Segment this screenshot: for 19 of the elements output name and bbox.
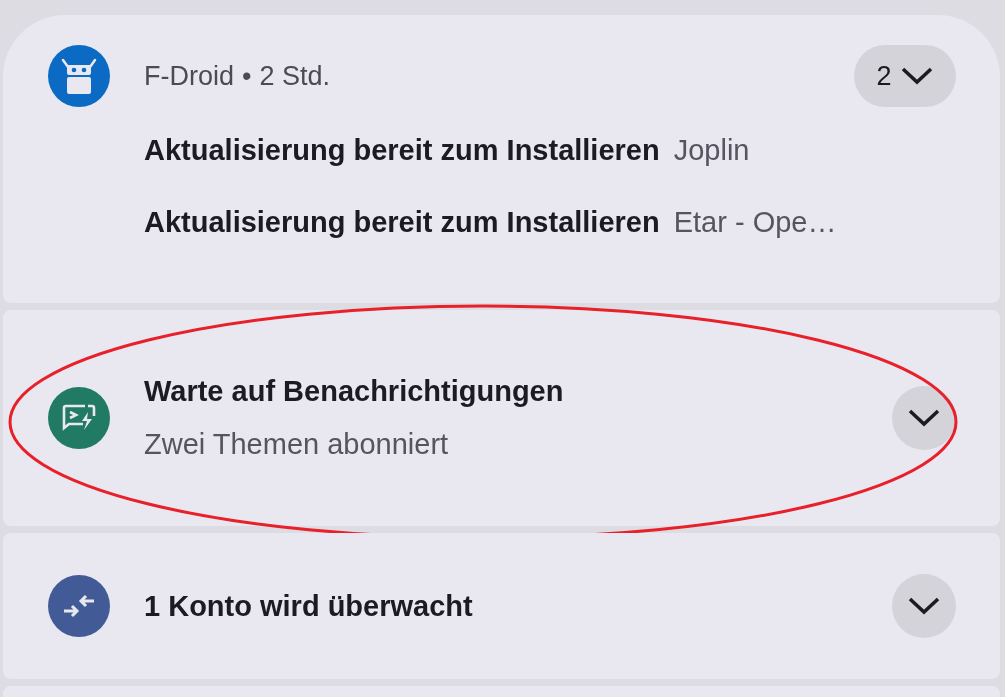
app-name: F-Droid	[144, 60, 234, 92]
notification-text: Zwei Themen abonniert	[144, 428, 450, 461]
notification-card[interactable]: Warte auf Benachrichtigungen Zwei Themen abonniert	[3, 310, 1000, 526]
arrows-icon	[62, 593, 96, 619]
notification-title: Aktualisierung bereit zum Installieren	[144, 205, 660, 239]
notification-card[interactable]: 1 Konto wird überwacht	[3, 533, 1000, 679]
notification-text: Etar - Ope…	[673, 205, 837, 239]
notification-title: Aktualisierung bereit zum Installieren	[144, 133, 660, 167]
notification-card[interactable]: F-Droid • 2 Std. 2 Aktualisierung bereit zum Installieren Joplin Aktualisierung bereit zum Installieren Etar - Ope…	[3, 15, 1000, 303]
notification-title: 1 Konto wird überwacht	[144, 589, 474, 623]
chevron-icon	[907, 596, 941, 616]
notification-text: Joplin	[673, 133, 750, 167]
separator: •	[242, 60, 252, 92]
robot-icon	[59, 56, 99, 96]
chevron-icon	[899, 66, 934, 86]
time-label: 2 Std.	[259, 60, 330, 92]
expand-button[interactable]: 2	[854, 45, 956, 107]
chevron-icon	[907, 408, 941, 428]
notification-title: Warte auf Benachrichtigungen	[144, 375, 565, 408]
